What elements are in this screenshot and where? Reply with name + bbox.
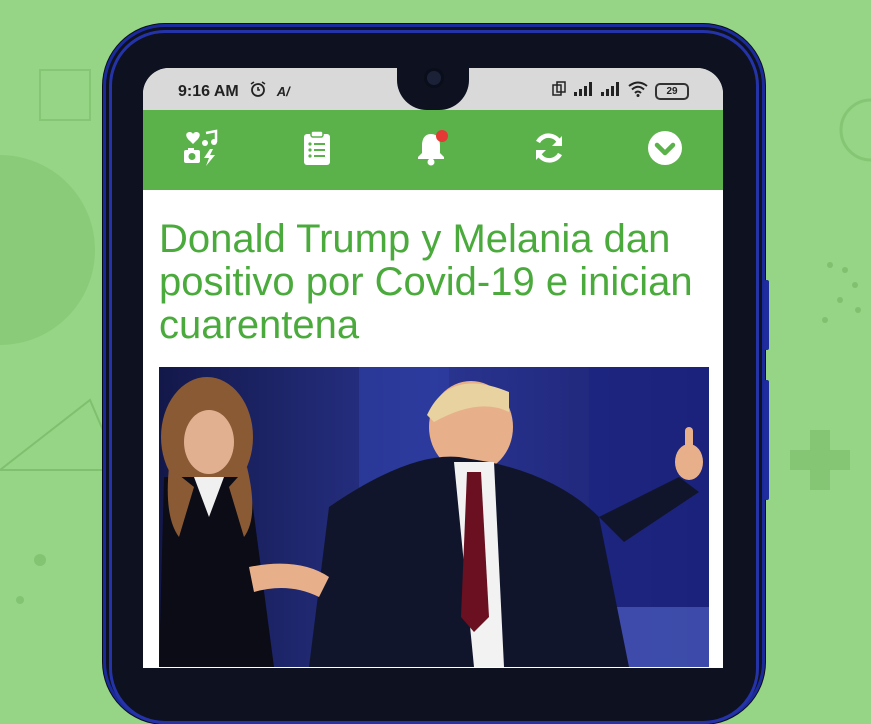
article-title[interactable]: Donald Trump y Melania dan positivo por … bbox=[159, 218, 709, 347]
phone-screen: 9:16 AM A/ 29 Donald Trump y Melania dan… bbox=[143, 68, 723, 668]
media-categories-button[interactable] bbox=[179, 128, 223, 172]
front-camera bbox=[427, 71, 441, 85]
notifications-button[interactable] bbox=[411, 128, 455, 172]
expand-menu-button[interactable] bbox=[643, 128, 687, 172]
notification-badge bbox=[436, 130, 448, 142]
article-content: Donald Trump y Melania dan positivo por … bbox=[159, 190, 709, 667]
article-image[interactable] bbox=[159, 367, 709, 667]
refresh-button[interactable] bbox=[527, 128, 571, 172]
wifi-icon bbox=[628, 81, 648, 102]
chevron-down-circle-icon bbox=[647, 130, 683, 171]
status-time: 9:16 AM bbox=[178, 82, 239, 100]
power-button bbox=[764, 380, 769, 500]
article-photo-illustration bbox=[159, 367, 709, 667]
camera-notch bbox=[397, 68, 469, 110]
app-toolbar bbox=[143, 110, 723, 190]
signal-icon bbox=[601, 82, 621, 101]
alarm-icon bbox=[249, 80, 267, 103]
clipboard-list-icon bbox=[302, 129, 332, 171]
battery-icon: 29 bbox=[655, 83, 689, 100]
refresh-icon bbox=[531, 130, 567, 171]
accessibility-icon: A/ bbox=[276, 84, 290, 99]
volume-button bbox=[764, 280, 769, 350]
clipboard-list-button[interactable] bbox=[295, 128, 339, 172]
dual-sim-icon bbox=[551, 81, 567, 102]
signal-icon bbox=[574, 82, 594, 101]
media-categories-icon bbox=[182, 128, 220, 172]
status-bar: 9:16 AM A/ 29 bbox=[143, 68, 723, 110]
